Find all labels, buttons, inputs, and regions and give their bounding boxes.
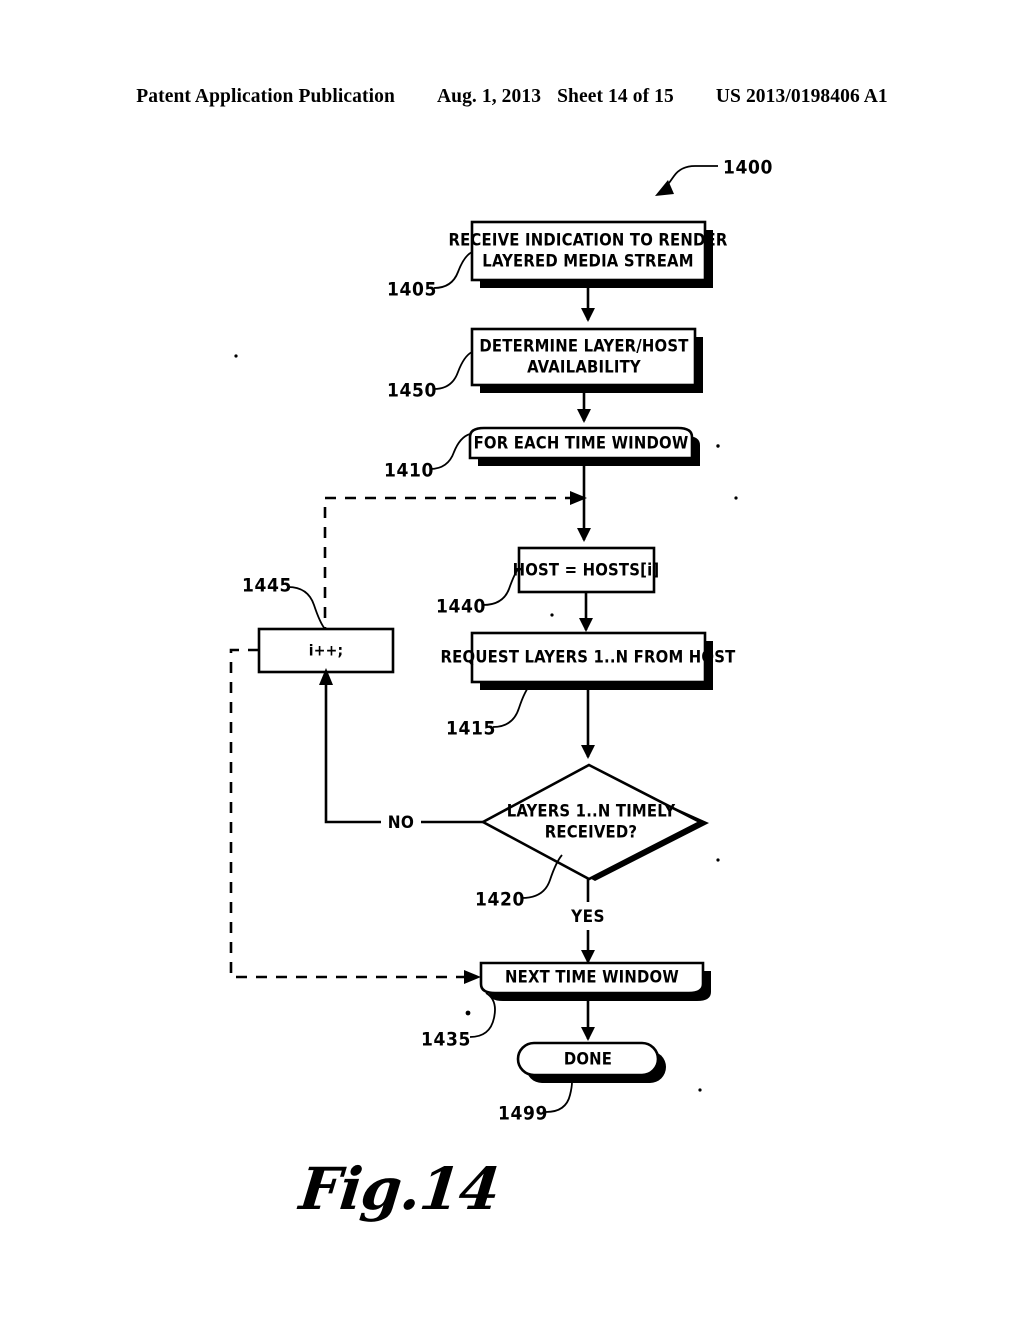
node-1420-line1: LAYERS 1..N TIMELY <box>507 802 676 821</box>
node-1440-host-assign: HOST = HOSTS[i] <box>513 546 660 594</box>
node-1405-ref: 1405 <box>387 279 437 301</box>
diagram-ref-1400-label: 1400 <box>723 157 773 179</box>
node-1410-ref: 1410 <box>384 460 434 482</box>
flowchart-svg: 1400 RECEIVE INDICATION TO RENDER LAYERE… <box>229 157 773 1125</box>
node-1499-ref: 1499 <box>498 1103 548 1125</box>
print-speck-2 <box>465 1010 471 1016</box>
node-1415-line1: REQUEST LAYERS 1..N FROM HOST <box>441 648 737 667</box>
node-1440-line1: HOST = HOSTS[i] <box>513 561 660 580</box>
node-1450-determine-availability: DETERMINE LAYER/HOST AVAILABILITY <box>470 327 703 393</box>
node-1405-line2: LAYERED MEDIA STREAM <box>482 252 693 271</box>
figure-flowchart-1400: 1400 RECEIVE INDICATION TO RENDER LAYERE… <box>0 0 1024 1320</box>
node-1450-ref-leader <box>433 351 473 390</box>
node-1445-increment: i++; <box>257 627 395 674</box>
node-1445-ref-leader <box>287 586 326 630</box>
feedback-path-increment-to-next-window <box>229 648 481 984</box>
node-1435-next-time-window: NEXT TIME WINDOW <box>479 961 711 1001</box>
node-1420-line2: RECEIVED? <box>545 823 638 842</box>
node-1410-ref-leader <box>429 433 471 470</box>
print-speck-5 <box>550 613 554 617</box>
node-1420-decision-layers-timely: LAYERS 1..N TIMELY RECEIVED? <box>480 763 709 881</box>
branch-no-path <box>319 668 483 824</box>
node-1499-line1: DONE <box>564 1050 612 1069</box>
node-1450-line1: DETERMINE LAYER/HOST <box>479 337 689 356</box>
node-1405-receive-indication: RECEIVE INDICATION TO RENDER LAYERED MED… <box>448 220 728 288</box>
node-1435-ref-leader <box>469 992 496 1038</box>
node-1440-ref: 1440 <box>436 596 486 618</box>
node-1415-ref-leader <box>492 683 532 728</box>
print-speck-7 <box>716 858 720 862</box>
node-1445-line1: i++; <box>309 642 344 660</box>
node-1420-ref: 1420 <box>475 889 525 911</box>
print-speck-3 <box>234 354 238 358</box>
diagram-ref-1400-leader <box>655 165 718 196</box>
node-1450-line2: AVAILABILITY <box>527 358 641 377</box>
node-1435-ref: 1435 <box>421 1029 471 1051</box>
branch-no-label: NO <box>388 813 415 833</box>
figure-caption: Fig.14 <box>296 1155 503 1223</box>
node-1450-ref: 1450 <box>387 380 437 402</box>
node-1410-line1: FOR EACH TIME WINDOW <box>474 434 689 453</box>
node-1445-ref: 1445 <box>242 575 292 597</box>
node-1405-ref-leader <box>433 251 473 289</box>
node-1435-line1: NEXT TIME WINDOW <box>505 968 679 987</box>
feedback-arrowhead-lower <box>464 970 481 984</box>
branch-yes-label: YES <box>570 907 605 927</box>
node-1405-line1: RECEIVE INDICATION TO RENDER <box>448 231 727 250</box>
node-1415-request-layers: REQUEST LAYERS 1..N FROM HOST <box>441 631 737 690</box>
print-speck-4 <box>734 496 738 500</box>
print-speck <box>716 444 720 448</box>
print-speck-8 <box>698 1088 702 1092</box>
node-1415-ref: 1415 <box>446 718 496 740</box>
node-1499-done: DONE <box>516 1041 666 1083</box>
